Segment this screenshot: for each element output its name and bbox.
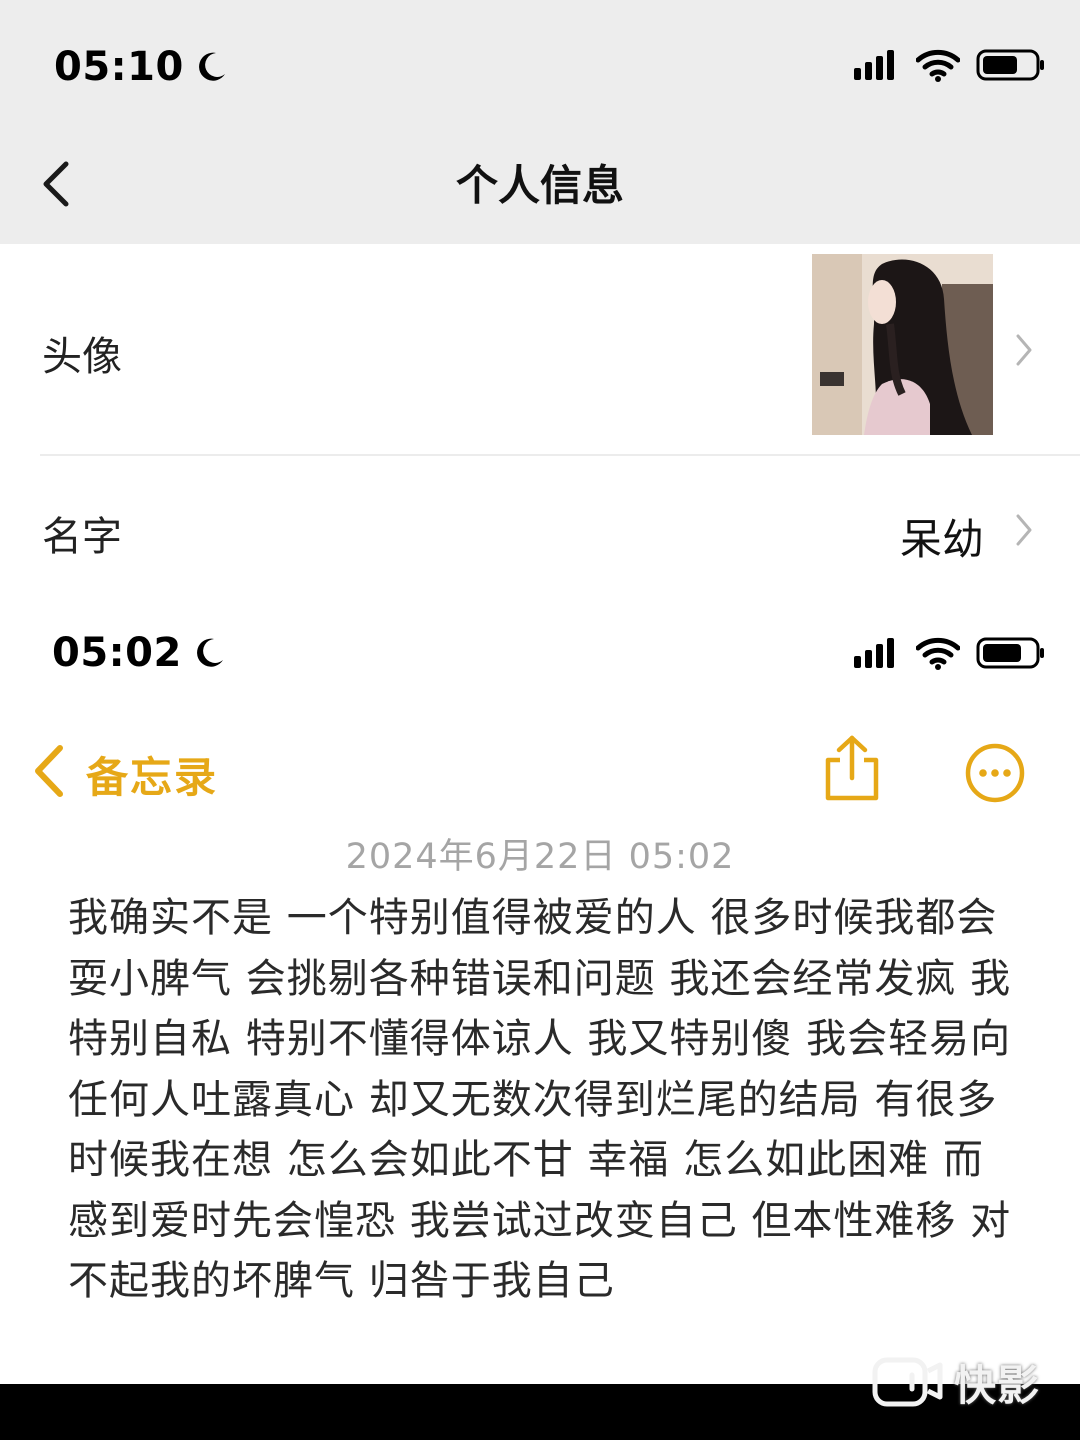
more-options-icon[interactable]	[964, 742, 1026, 804]
chevron-right-icon	[1016, 334, 1032, 366]
status-bar-time-top: 05:10	[54, 44, 228, 90]
back-button-label[interactable]: 备忘录	[86, 744, 218, 805]
watermark: 快影	[872, 1352, 1040, 1413]
wifi-icon	[916, 637, 960, 670]
kuaiying-logo-icon	[872, 1357, 943, 1406]
status-bar-icons-top	[854, 48, 1046, 82]
status-bar-icons-notes	[854, 636, 1046, 670]
avatar[interactable]	[812, 254, 993, 435]
status-time: 05:10	[54, 44, 184, 90]
note-date: 2024年6月22日 05:02	[345, 837, 735, 877]
battery-icon	[976, 49, 1044, 81]
share-icon[interactable]	[822, 734, 882, 804]
divider	[40, 454, 1080, 456]
cellular-signal-icon	[854, 638, 894, 668]
chevron-right-icon	[1016, 514, 1032, 546]
status-bar-time-notes: 05:02	[52, 630, 226, 676]
cellular-signal-icon	[854, 50, 894, 80]
battery-icon	[976, 637, 1044, 669]
note-body[interactable]: 我确实不是 一个特别值得被爱的人 很多时候我都会耍小脾气 会挑剔各种错误和问题 …	[68, 888, 1018, 1312]
wifi-icon	[916, 49, 960, 82]
name-value[interactable]: 呆幼	[900, 506, 984, 567]
page-title: 个人信息	[455, 161, 624, 210]
moon-icon	[198, 52, 225, 81]
avatar-row-label: 头像	[42, 334, 122, 380]
watermark-text: 快影	[954, 1361, 1041, 1410]
avatar-photo	[812, 254, 993, 435]
name-row-label: 名字	[42, 514, 122, 560]
moon-icon	[196, 638, 223, 667]
back-chevron-icon[interactable]	[30, 742, 70, 800]
status-time: 05:02	[52, 630, 182, 676]
